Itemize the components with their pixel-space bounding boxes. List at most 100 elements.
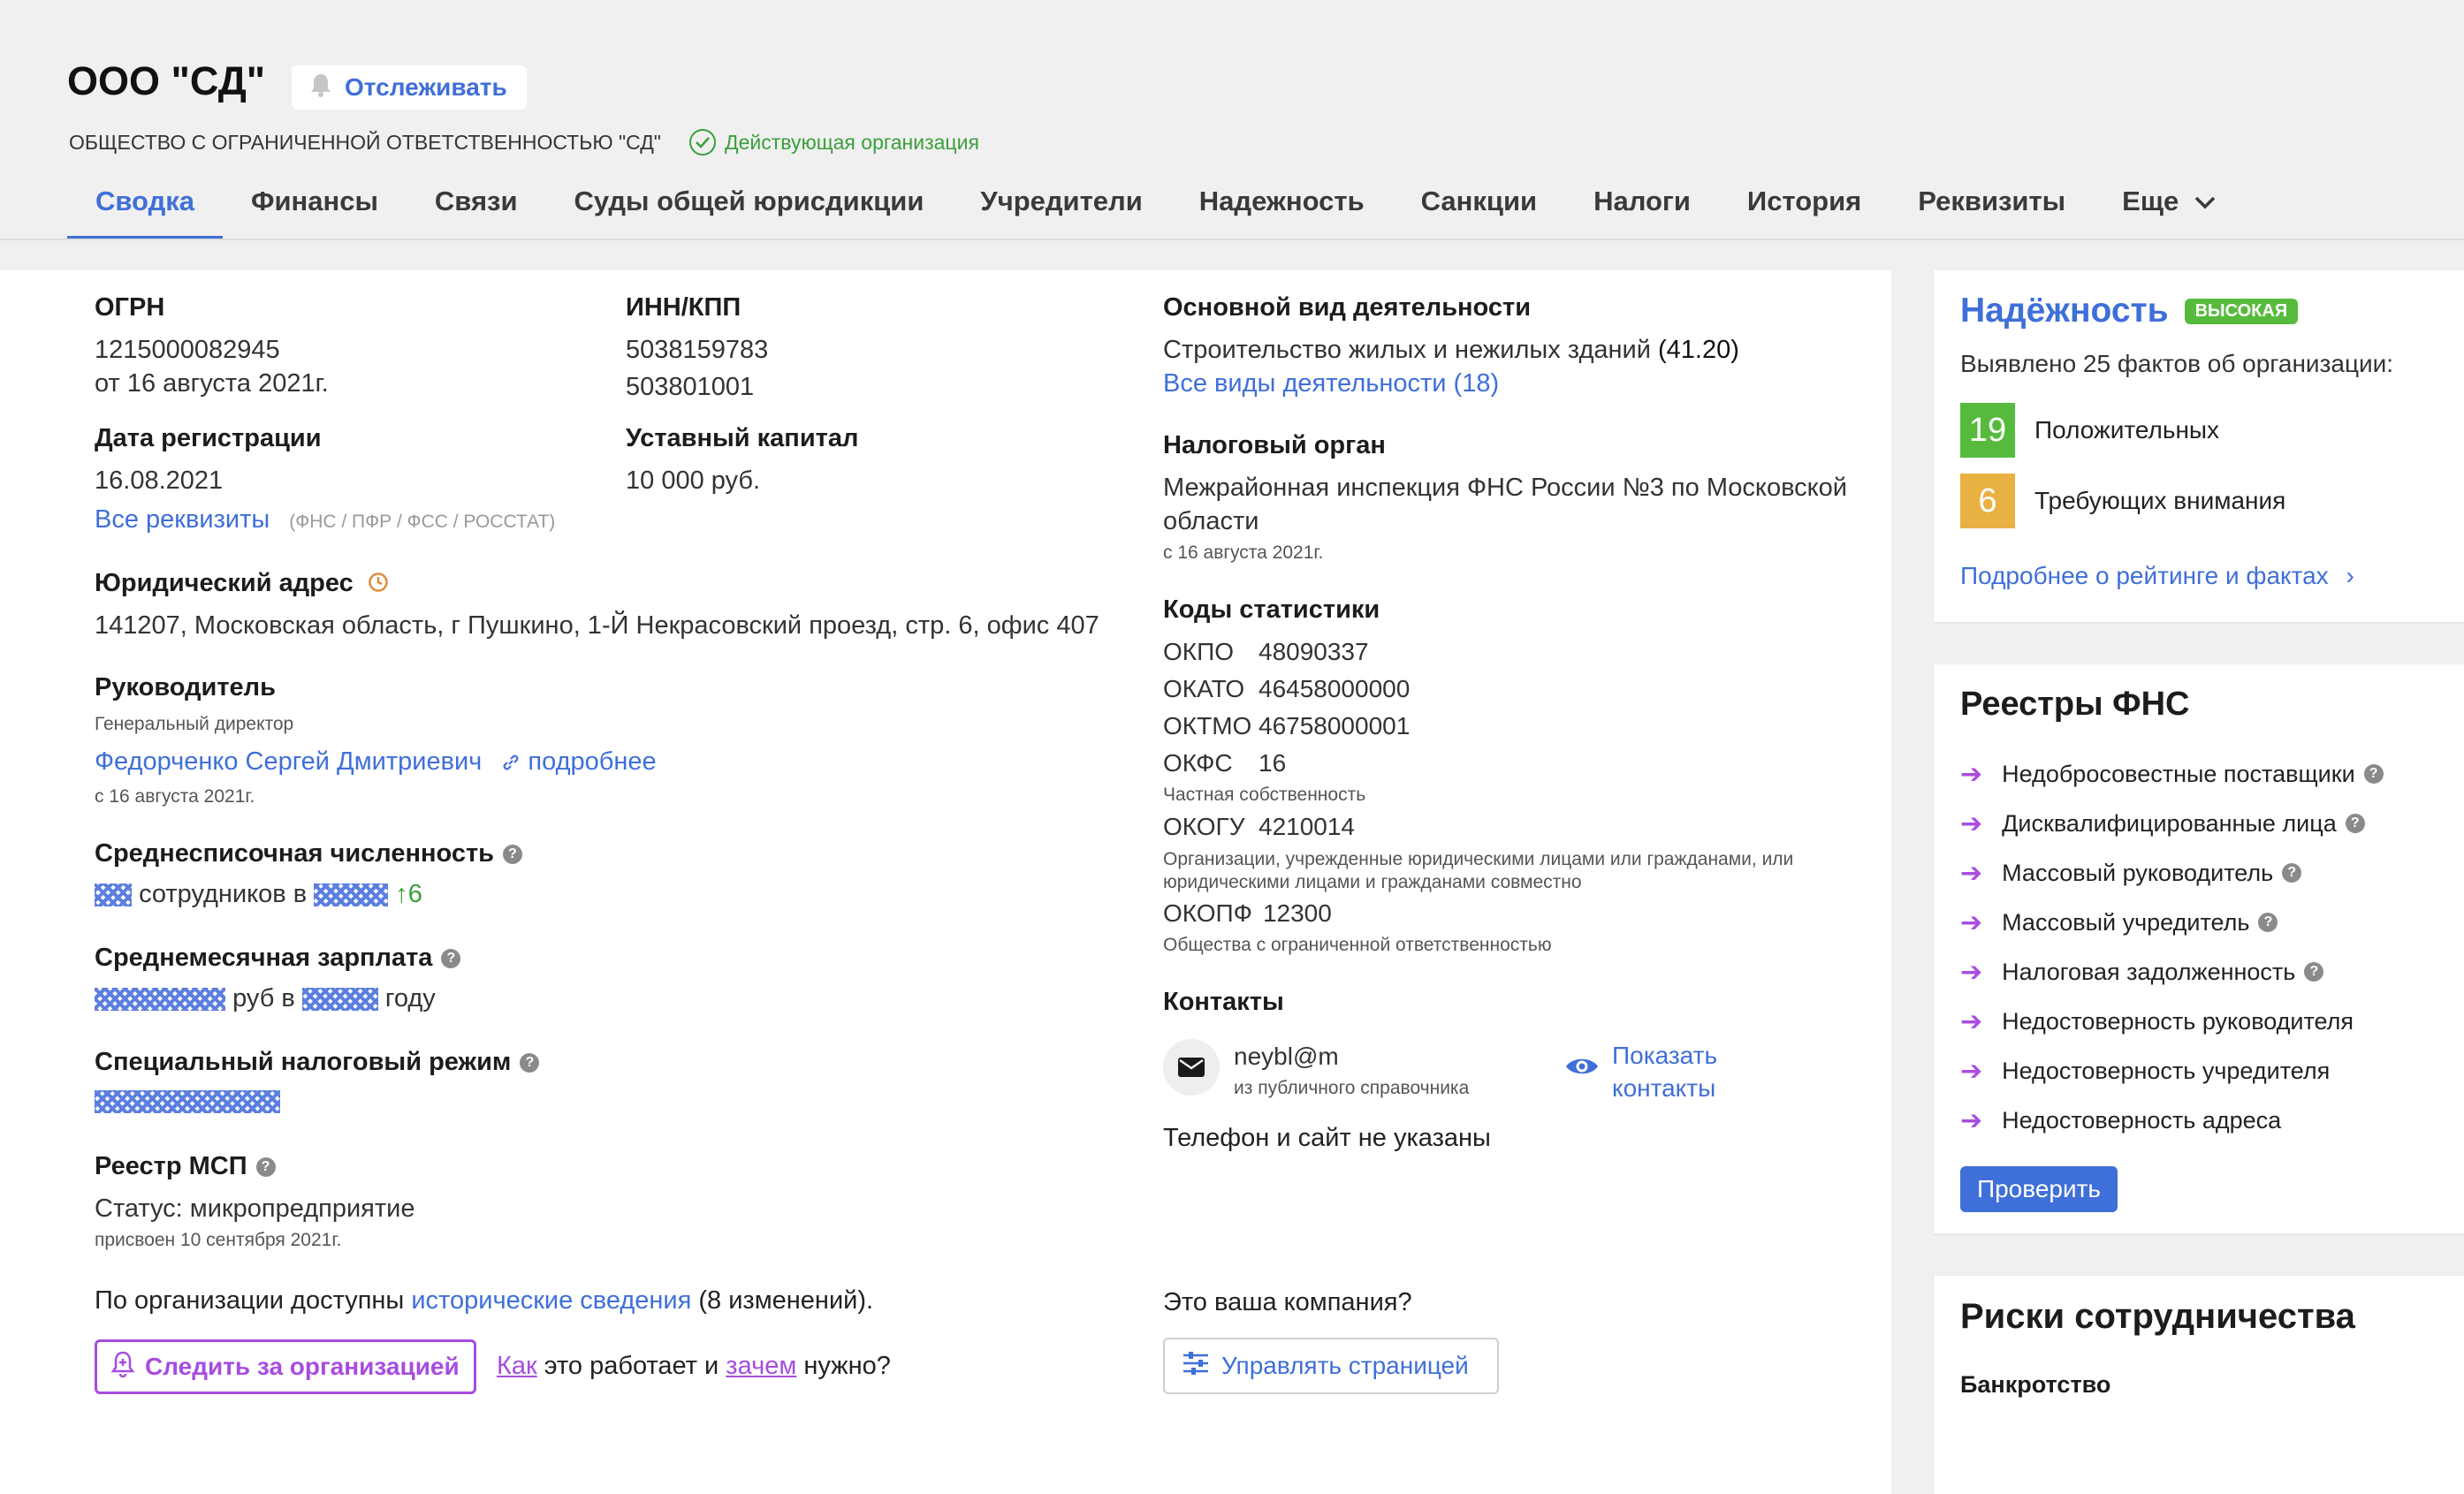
help-icon[interactable]: ?: [2258, 913, 2278, 932]
company-title: ООО "СД": [67, 58, 266, 103]
registry-item[interactable]: ➔ Массовый руководитель?: [1960, 848, 2455, 898]
chevron-down-icon: [2194, 186, 2216, 240]
registry-item[interactable]: ➔ Дисквалифицированные лица?: [1960, 799, 2455, 848]
registry-item[interactable]: ➔ Массовый учредитель?: [1960, 898, 2455, 947]
help-icon[interactable]: ?: [520, 1053, 540, 1073]
tab-requisites[interactable]: Реквизиты: [1890, 177, 2094, 240]
headcount-blurred[interactable]: [95, 884, 132, 907]
code-okfs: ОКФС 16: [1163, 749, 1286, 777]
registry-item[interactable]: ➔ Недостоверность руководителя: [1960, 997, 2455, 1046]
msp-status: Статус: микропредприятие: [95, 1194, 415, 1223]
headcount-delta: ↑6: [395, 880, 422, 908]
tab-links[interactable]: Связи: [407, 177, 546, 240]
help-icon[interactable]: ?: [2345, 814, 2365, 833]
salary-blurred[interactable]: [95, 988, 225, 1012]
tab-founders[interactable]: Учредители: [952, 177, 1170, 240]
regdate-label: Дата регистрации: [95, 424, 322, 452]
tab-sanctions[interactable]: Санкции: [1393, 177, 1565, 240]
how-link[interactable]: Как: [497, 1352, 537, 1380]
registry-item-label: Недостоверность адреса: [2002, 1106, 2282, 1134]
tab-reliability[interactable]: Надежность: [1171, 177, 1393, 240]
director-more-link[interactable]: подробнее: [528, 747, 656, 776]
tab-more[interactable]: Еще: [2094, 177, 2244, 240]
help-icon[interactable]: ?: [441, 949, 461, 969]
history-post: (8 изменений).: [698, 1286, 874, 1315]
tab-finance[interactable]: Финансы: [223, 177, 407, 240]
tab-bar: Сводка Финансы Связи Суды общей юрисдикц…: [67, 177, 2244, 240]
activity-all-link[interactable]: Все виды деятельности (18): [1163, 369, 1499, 398]
history-link[interactable]: исторические сведения: [411, 1286, 691, 1315]
positive-row[interactable]: 19 Положительных: [1960, 403, 2219, 458]
registry-item[interactable]: ➔ Налоговая задолженность?: [1960, 947, 2455, 997]
manage-label: Управлять страницей: [1221, 1352, 1469, 1379]
chevron-right-icon: ›: [2346, 562, 2354, 589]
how-row: Как это работает и зачем нужно?: [497, 1352, 891, 1381]
code-key: ОКАТО: [1163, 675, 1245, 702]
help-icon[interactable]: ?: [255, 1157, 276, 1178]
registry-item-label: Налоговая задолженность: [2002, 958, 2296, 985]
code-value: 16: [1259, 749, 1287, 777]
director-name-link[interactable]: Федорченко Сергей Дмитриевич: [95, 747, 482, 776]
positive-label: Положительных: [2034, 416, 2220, 444]
positive-count: 19: [1960, 403, 2015, 458]
code-value: 48090337: [1259, 638, 1369, 665]
tab-history[interactable]: История: [1719, 177, 1890, 240]
eye-icon[interactable]: [1564, 1055, 1600, 1082]
why-link[interactable]: зачем: [726, 1352, 796, 1380]
registry-item[interactable]: ➔ Недостоверность адреса: [1960, 1096, 2455, 1145]
follow-button[interactable]: Отслеживать: [292, 65, 527, 110]
help-icon[interactable]: ?: [2282, 863, 2302, 883]
registry-item-label: Массовый учредитель: [2002, 908, 2250, 936]
arrow-right-icon: ➔: [1960, 759, 1983, 789]
ogrn-label: ОГРН: [95, 293, 165, 322]
help-icon[interactable]: ?: [2304, 962, 2324, 982]
track-label: Следить за организацией: [145, 1353, 460, 1380]
activity-row: Строительство жилых и нежилых зданий (41…: [1163, 336, 1739, 365]
mail-icon: [1163, 1039, 1220, 1096]
taxmode-blurred[interactable]: [95, 1090, 280, 1113]
show-contacts-line1: Показать: [1612, 1042, 1718, 1069]
manage-page-button[interactable]: Управлять страницей: [1163, 1338, 1499, 1394]
code-key: ОКПО: [1163, 638, 1234, 665]
check-button[interactable]: Проверить: [1960, 1166, 2118, 1212]
requisites-link[interactable]: Все реквизиты: [95, 505, 270, 534]
registry-item-label: Массовый руководитель: [2002, 859, 2274, 886]
tab-summary[interactable]: Сводка: [67, 177, 223, 240]
regdate-value: 16.08.2021: [95, 466, 224, 495]
reliability-title[interactable]: Надёжность: [1960, 292, 2169, 330]
headcount-year-blurred[interactable]: [314, 884, 389, 907]
salary-year-blurred[interactable]: [301, 988, 378, 1012]
show-contacts-link[interactable]: Показать контакты: [1612, 1039, 1717, 1104]
help-icon[interactable]: ?: [503, 845, 522, 865]
help-icon[interactable]: ?: [2363, 764, 2384, 784]
reliability-more-link[interactable]: Подробнее о рейтинге и фактах ›: [1960, 562, 2354, 590]
attention-row[interactable]: 6 Требующих внимания: [1960, 474, 2285, 528]
contacts-label: Контакты: [1163, 988, 1284, 1016]
code-key: ОКТМО: [1163, 712, 1252, 739]
reliability-facts: Выявлено 25 фактов об организации:: [1960, 350, 2394, 377]
code-oktmo: ОКТМО 46758000001: [1163, 712, 1410, 740]
code-value: 4210014: [1259, 813, 1356, 840]
headcount-label-text: Среднесписочная численность: [95, 839, 494, 868]
tab-courts[interactable]: Суды общей юрисдикции: [546, 177, 953, 240]
headcount-mid: сотрудников в: [139, 880, 308, 908]
your-company-text: Это ваша компания?: [1163, 1288, 1412, 1316]
registry-item[interactable]: ➔ Недобросовестные поставщики?: [1960, 749, 2455, 799]
check-circle-icon: [689, 129, 716, 155]
code-okopf: ОКОПФ 12300: [1163, 899, 1332, 928]
code-okpo: ОКПО 48090337: [1163, 638, 1369, 666]
track-organization-button[interactable]: Следить за организацией: [95, 1339, 476, 1394]
registry-item[interactable]: ➔ Недостоверность учредителя: [1960, 1046, 2455, 1096]
code-okogu-note: Организации, учрежденные юридическими ли…: [1163, 849, 1794, 892]
tab-taxes[interactable]: Налоги: [1565, 177, 1719, 240]
activity-value: Строительство жилых и нежилых зданий: [1163, 336, 1651, 364]
email-value: neybl@m: [1234, 1043, 1339, 1070]
bell-plus-icon: [110, 1351, 135, 1384]
salary-label-text: Среднемесячная зарплата: [95, 944, 433, 972]
address-value: 141207, Московская область, г Пушкино, 1…: [95, 611, 1099, 640]
history-pre: По организации доступны: [95, 1286, 405, 1315]
address-label: Юридический адрес: [95, 569, 389, 598]
attention-label: Требующих внимания: [2034, 487, 2286, 514]
tax-office-since: с 16 августа 2021г.: [1163, 542, 1324, 563]
code-value: 12300: [1262, 899, 1332, 927]
